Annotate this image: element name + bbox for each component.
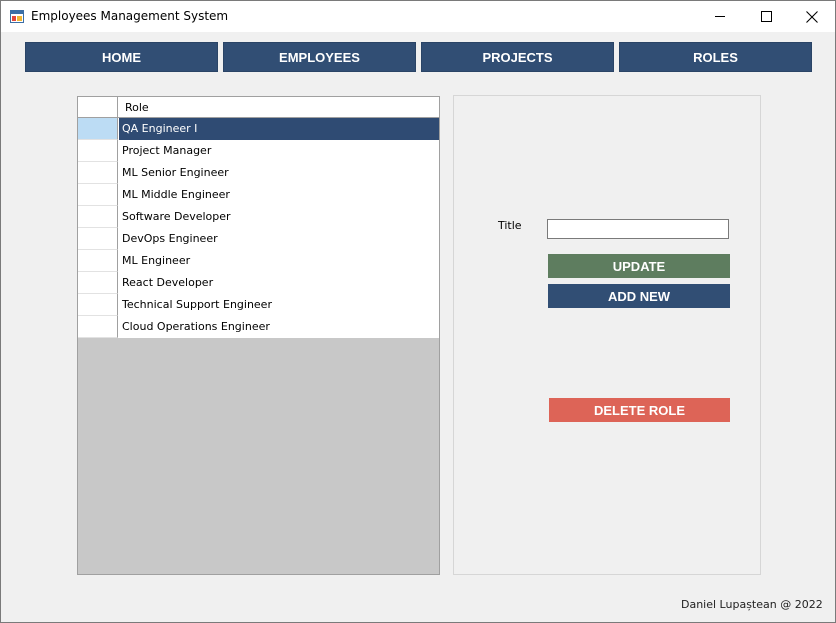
title-input[interactable] (547, 219, 729, 239)
title-label: Title (498, 219, 522, 232)
table-row[interactable]: Software Developer (78, 206, 439, 228)
row-header[interactable] (78, 118, 118, 140)
role-cell[interactable]: DevOps Engineer (119, 228, 439, 250)
table-row[interactable]: React Developer (78, 272, 439, 294)
row-header[interactable] (78, 272, 118, 294)
row-header[interactable] (78, 162, 118, 184)
table-row[interactable]: Technical Support Engineer (78, 294, 439, 316)
nav-roles-button[interactable]: ROLES (619, 42, 812, 72)
update-button[interactable]: UPDATE (548, 254, 730, 278)
row-header[interactable] (78, 184, 118, 206)
maximize-button[interactable] (743, 1, 789, 32)
role-cell[interactable]: Technical Support Engineer (119, 294, 439, 316)
table-row[interactable]: ML Engineer (78, 250, 439, 272)
delete-role-button[interactable]: DELETE ROLE (549, 398, 730, 422)
role-edit-panel (453, 95, 761, 575)
column-header-role[interactable]: Role (125, 101, 149, 114)
table-row[interactable]: ML Middle Engineer (78, 184, 439, 206)
maximize-icon (760, 11, 772, 22)
role-cell[interactable]: QA Engineer I (119, 118, 439, 140)
grid-corner-header[interactable] (78, 97, 118, 117)
table-row[interactable]: Project Manager (78, 140, 439, 162)
main-nav: HOME EMPLOYEES PROJECTS ROLES (25, 42, 813, 72)
table-row[interactable]: ML Senior Engineer (78, 162, 439, 184)
title-bar[interactable]: Employees Management System (1, 1, 835, 32)
table-row[interactable]: DevOps Engineer (78, 228, 439, 250)
table-row[interactable]: Cloud Operations Engineer (78, 316, 439, 338)
app-window-icon (10, 10, 24, 23)
row-header[interactable] (78, 228, 118, 250)
grid-header: Role (78, 97, 439, 118)
minimize-button[interactable] (697, 1, 743, 32)
roles-grid[interactable]: Role QA Engineer I Project Manager ML Se… (77, 96, 440, 575)
table-row[interactable]: QA Engineer I (78, 118, 439, 140)
nav-home-button[interactable]: HOME (25, 42, 218, 72)
role-cell[interactable]: Project Manager (119, 140, 439, 162)
role-cell[interactable]: ML Engineer (119, 250, 439, 272)
row-header[interactable] (78, 250, 118, 272)
role-cell[interactable]: Cloud Operations Engineer (119, 316, 439, 338)
row-header[interactable] (78, 140, 118, 162)
row-header[interactable] (78, 294, 118, 316)
nav-employees-button[interactable]: EMPLOYEES (223, 42, 416, 72)
footer-credit: Daniel Lupaștean @ 2022 (681, 598, 823, 611)
window-title: Employees Management System (31, 9, 229, 23)
role-cell[interactable]: ML Senior Engineer (119, 162, 439, 184)
role-cell[interactable]: Software Developer (119, 206, 439, 228)
row-header[interactable] (78, 316, 118, 338)
minimize-icon (714, 16, 725, 17)
role-cell[interactable]: React Developer (119, 272, 439, 294)
add-new-button[interactable]: ADD NEW (548, 284, 730, 308)
nav-projects-button[interactable]: PROJECTS (421, 42, 614, 72)
app-window: Employees Management System HOME EMPLOYE… (0, 0, 836, 623)
row-header[interactable] (78, 206, 118, 228)
role-cell[interactable]: ML Middle Engineer (119, 184, 439, 206)
close-icon (806, 10, 818, 23)
close-button[interactable] (789, 1, 835, 32)
